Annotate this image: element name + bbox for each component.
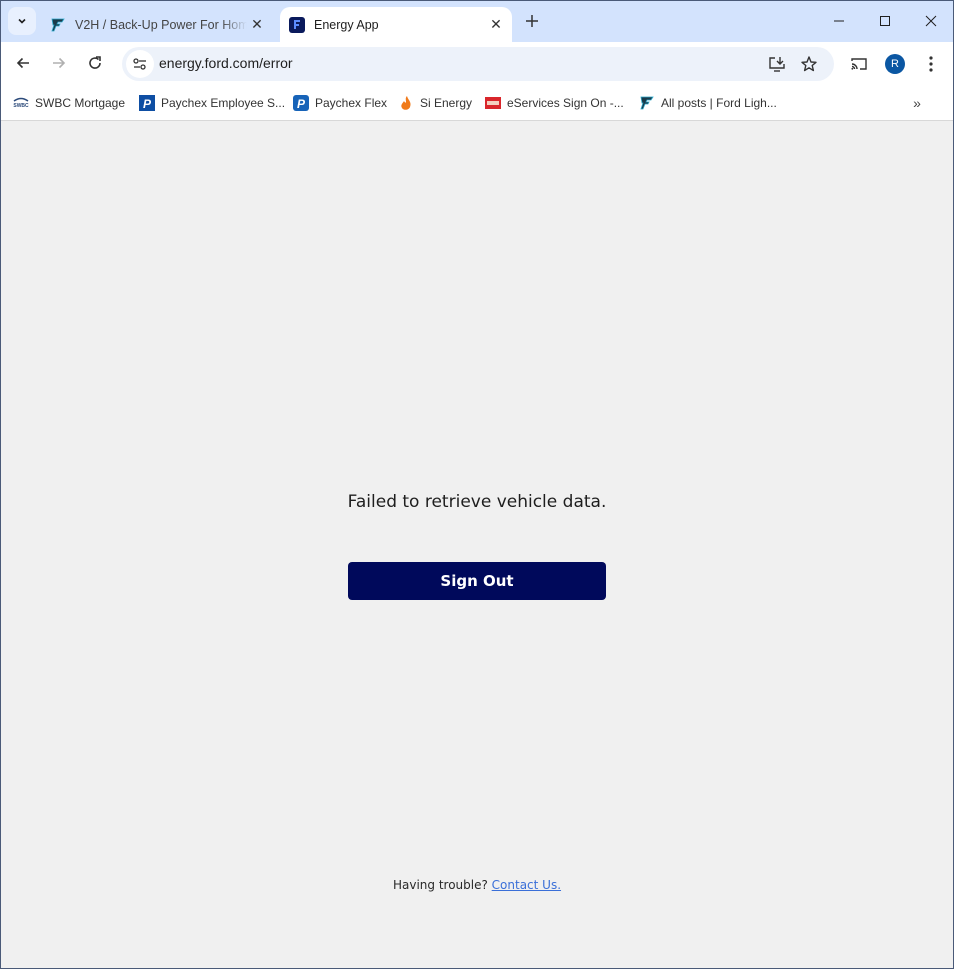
trouble-text: Having trouble? [392,878,488,892]
cast-icon [851,58,867,70]
more-vertical-icon [929,56,933,72]
flame-icon [398,95,414,111]
bookmark-label: All posts | Ford Ligh... [661,96,777,110]
tab-title: V2H / Back-Up Power For Home [75,17,247,32]
svg-text:P: P [297,97,306,111]
bookmark-label: Paychex Flex [315,96,388,110]
browser-toolbar: energy.ford.com/error R [1,42,953,85]
paychex-icon: P [139,95,155,111]
help-footer: Having trouble? Contact Us. [1,878,953,892]
ford-energy-icon [289,16,305,33]
menu-button[interactable] [917,50,945,78]
tab-energy-app[interactable]: Energy App ✕ [280,7,512,42]
chevron-down-icon [18,18,26,24]
install-app-icon [769,57,785,72]
bookmark-ford-lightning[interactable]: All posts | Ford Ligh... [639,92,777,114]
bookmark-label: SWBC Mortgage [35,96,126,110]
bookmark-paychex-flex[interactable]: P Paychex Flex [293,92,387,114]
swbc-icon: SWBC [13,95,29,111]
reload-icon [89,56,101,69]
page-content: Failed to retrieve vehicle data. Sign Ou… [1,122,953,968]
install-app-button[interactable] [765,52,789,76]
star-icon [801,56,817,72]
forward-button[interactable] [45,49,73,77]
bookmark-label: eServices Sign On -... [507,96,624,110]
eservices-icon [485,95,501,111]
bookmarks-bar: SWBC SWBC Mortgage P Paychex Employee S.… [1,85,953,121]
tab-v2h[interactable]: V2H / Back-Up Power For Home ✕ [41,7,273,42]
back-button[interactable] [9,49,37,77]
contact-us-link[interactable]: Contact Us. [492,878,561,892]
svg-text:SWBC: SWBC [13,103,29,109]
site-info-button[interactable] [126,50,154,78]
tab-title: Energy App [314,17,379,32]
tune-icon [133,58,146,70]
more-bookmarks-button[interactable]: » [905,92,929,114]
error-message: Failed to retrieve vehicle data. [347,492,607,512]
arrow-left-icon [16,57,29,69]
bookmark-swbc[interactable]: SWBC SWBC Mortgage [13,92,125,114]
svg-text:P: P [143,97,152,111]
paychex-flex-icon: P [293,95,309,111]
bookmark-label: Si Energy [420,96,473,110]
close-icon [925,15,937,27]
url-text[interactable]: energy.ford.com/error [159,55,293,71]
ford-lightning-icon [639,95,655,111]
ford-lightning-icon [50,17,66,33]
close-tab-icon[interactable]: ✕ [486,15,506,35]
bookmark-label: Paychex Employee S... [161,96,286,110]
cast-button[interactable] [845,50,873,78]
bookmark-star-button[interactable] [797,52,821,76]
bookmark-eservices[interactable]: eServices Sign On -... [485,92,624,114]
bookmark-paychex-employee[interactable]: P Paychex Employee S... [139,92,285,114]
reload-button[interactable] [81,49,109,77]
sign-out-button[interactable]: Sign Out [348,562,606,600]
close-tab-icon[interactable]: ✕ [247,15,267,35]
new-tab-button[interactable] [521,10,543,32]
tab-search-button[interactable] [8,7,36,35]
address-bar[interactable]: energy.ford.com/error [122,47,834,81]
avatar: R [885,54,905,74]
arrow-right-icon [53,57,66,69]
plus-icon [526,15,538,27]
double-chevron-right-icon: » [913,95,921,111]
tab-strip: V2H / Back-Up Power For Home ✕ Energy Ap… [1,1,953,42]
profile-button[interactable]: R [881,50,909,78]
close-window-button[interactable] [908,1,954,41]
maximize-button[interactable] [862,1,908,41]
bookmark-si-energy[interactable]: Si Energy [398,92,472,114]
minimize-button[interactable] [816,1,862,41]
minimize-icon [834,20,844,22]
maximize-icon [880,16,890,26]
